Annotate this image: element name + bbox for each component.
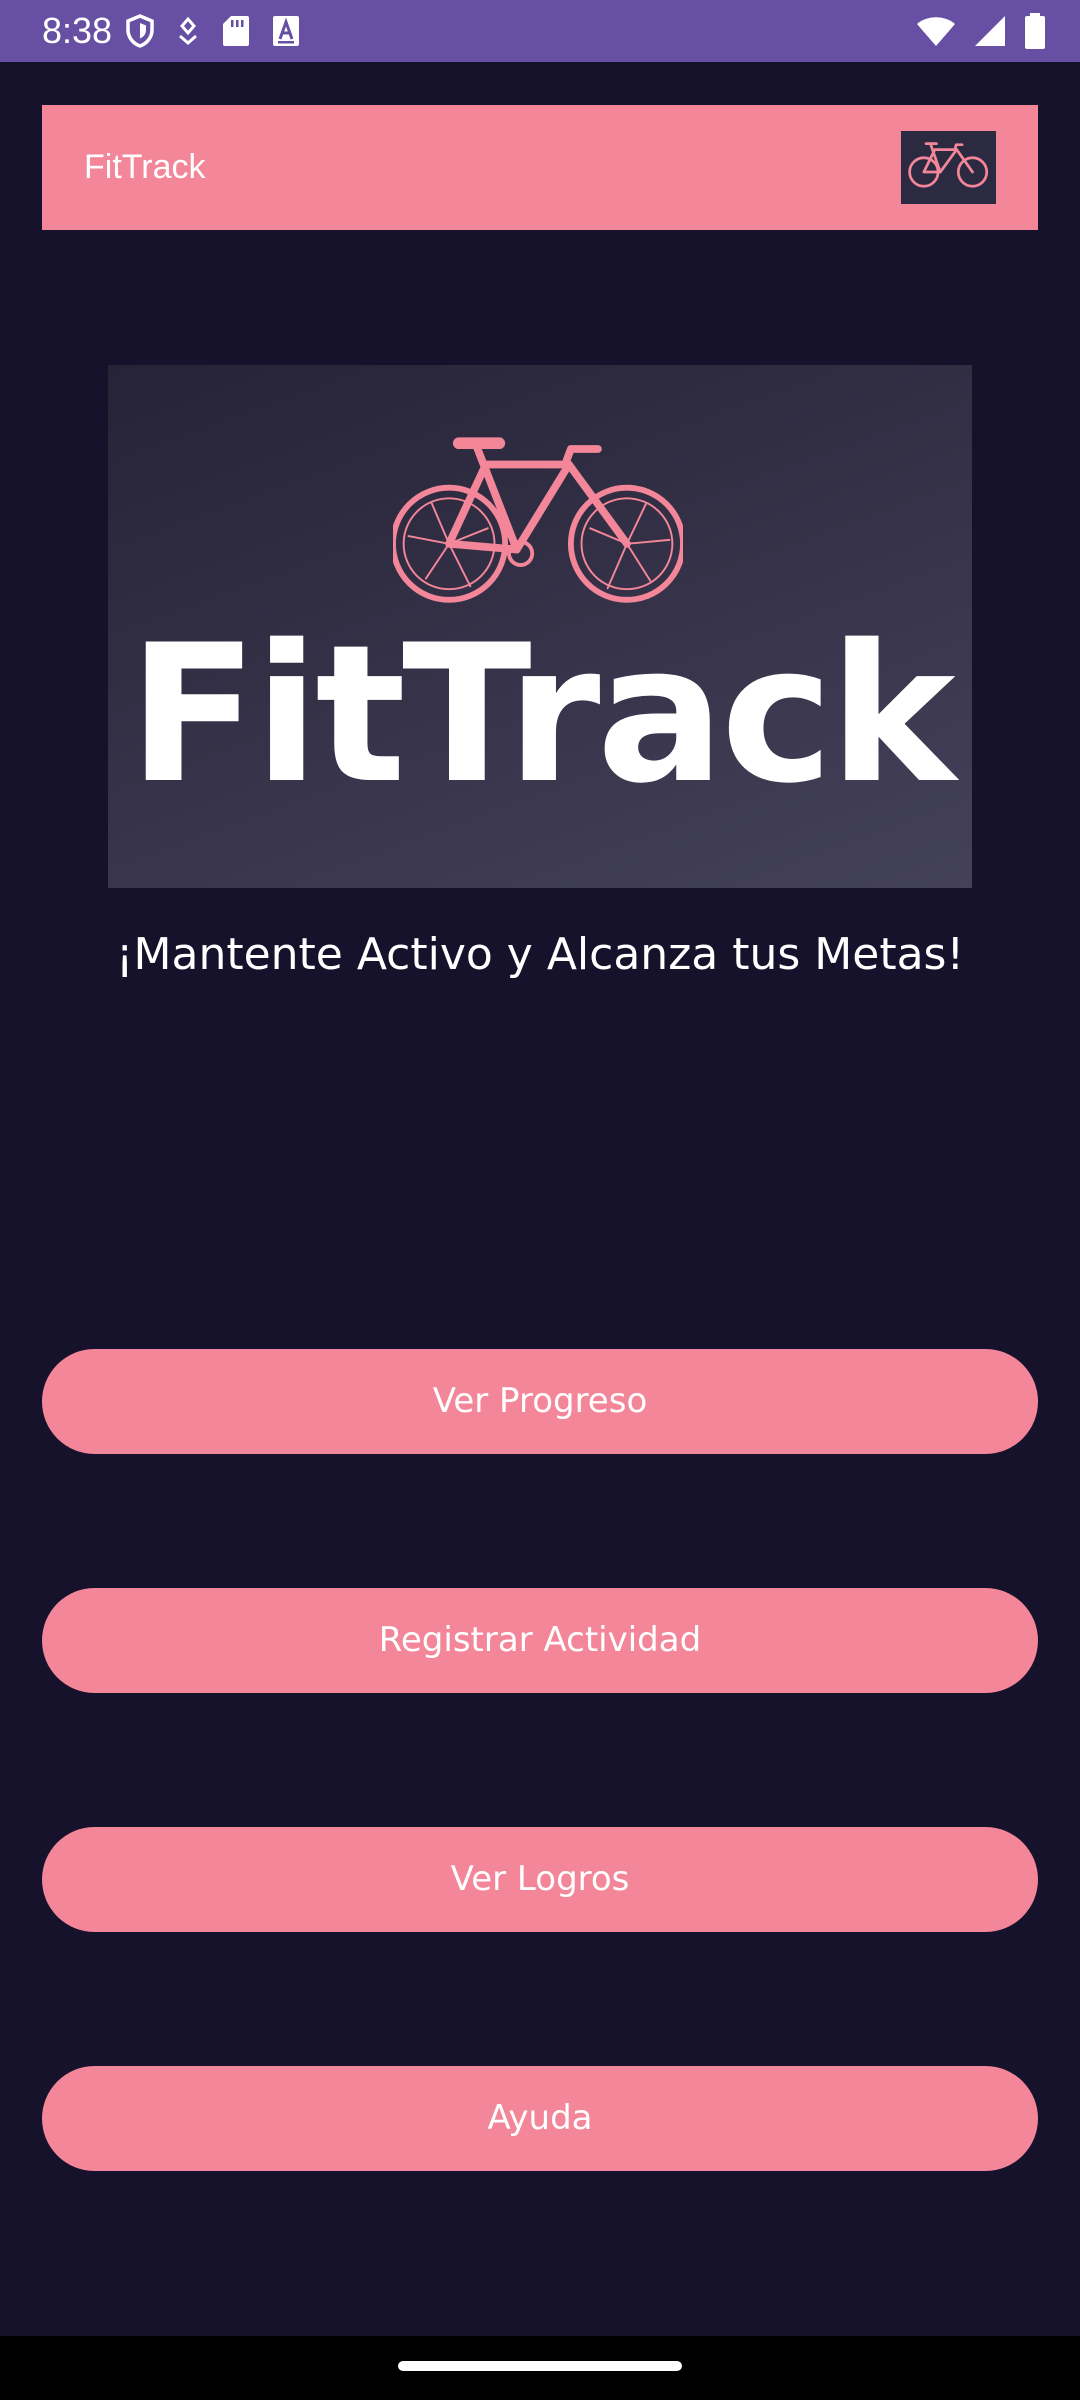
keyboard-a-icon — [272, 15, 300, 47]
view-achievements-button[interactable]: Ver Logros — [42, 1827, 1038, 1932]
bicycle-icon — [393, 437, 683, 603]
bicycle-icon — [907, 141, 990, 195]
status-time: 8:38 — [42, 10, 113, 51]
location-pin-icon — [176, 16, 200, 46]
status-bar: 8:38 — [0, 0, 1080, 62]
status-icons-left — [126, 13, 300, 49]
wifi-icon — [916, 15, 956, 47]
app-title: FitTrack — [84, 148, 206, 186]
sd-card-icon — [222, 15, 250, 47]
register-activity-button[interactable]: Registrar Actividad — [42, 1588, 1038, 1693]
app-bar-logo — [901, 131, 996, 204]
view-progress-button[interactable]: Ver Progreso — [42, 1349, 1038, 1454]
status-icons-right — [916, 12, 1046, 50]
hero-banner: FitTrack — [108, 365, 972, 888]
tagline: ¡Mantente Activo y Alcanza tus Metas! — [115, 929, 965, 980]
help-button[interactable]: Ayuda — [42, 2066, 1038, 2171]
home-indicator[interactable] — [398, 2361, 682, 2371]
signal-icon — [974, 15, 1006, 47]
app-bar: FitTrack — [42, 105, 1038, 230]
shield-icon — [126, 14, 154, 48]
battery-icon — [1024, 13, 1046, 49]
hero-wordmark: FitTrack — [128, 604, 955, 825]
